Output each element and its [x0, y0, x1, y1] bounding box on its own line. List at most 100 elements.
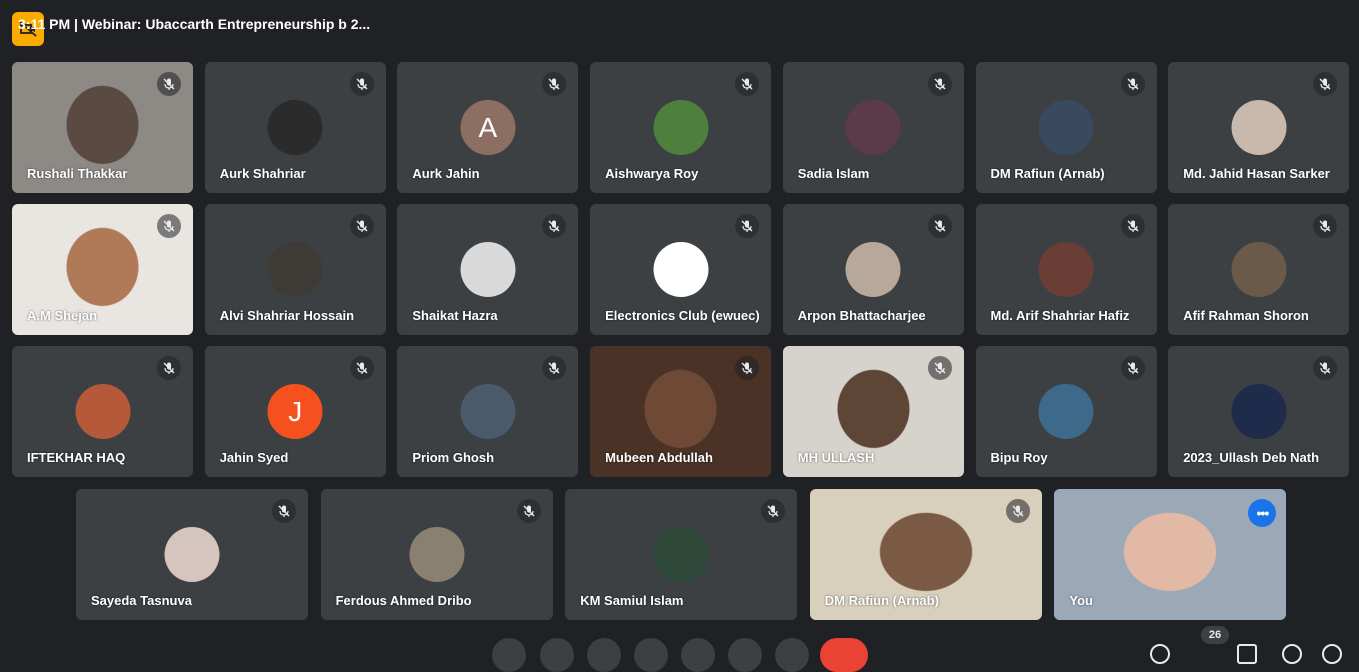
participant-name: MH ULLASH	[797, 450, 875, 465]
participant-avatar	[1038, 384, 1094, 439]
participant-tile[interactable]: DM Rafiun (Arnab)	[809, 489, 1042, 620]
participant-avatar	[75, 384, 130, 439]
participant-tile[interactable]: Mubeen Abdullah	[590, 346, 772, 477]
participant-avatar	[845, 242, 901, 297]
mic-off-icon	[927, 356, 952, 380]
participant-name: Aurk Jahin	[412, 166, 480, 181]
more-options-button[interactable]	[775, 638, 809, 672]
participant-avatar	[653, 242, 709, 297]
mic-off-icon	[516, 499, 541, 523]
participant-name: You	[1069, 593, 1093, 608]
participant-name: Arpon Bhattacharjee	[797, 308, 926, 323]
participant-tile[interactable]: Sadia Islam	[782, 62, 964, 193]
participant-tile[interactable]: Alvi Shahriar Hossain	[204, 204, 386, 335]
mic-off-icon	[1313, 356, 1338, 380]
info-icon[interactable]	[1150, 644, 1170, 664]
mic-off-icon	[761, 499, 786, 523]
mic-off-icon	[1120, 214, 1145, 238]
participant-name: Aishwarya Roy	[605, 166, 699, 181]
participant-tile[interactable]: DM Rafiun (Arnab)	[975, 62, 1157, 193]
participant-count-badge: 26	[1201, 626, 1229, 644]
present-button[interactable]	[681, 638, 715, 672]
participant-tile[interactable]: 2023_Ullash Deb Nath	[1168, 346, 1350, 477]
mic-button[interactable]	[492, 638, 526, 672]
participant-avatar	[1038, 100, 1094, 155]
participant-tile[interactable]: Aurk Shahriar	[204, 62, 386, 193]
participant-name: Electronics Club (ewuec)	[605, 308, 760, 323]
participant-tile[interactable]: A.M Shejan	[12, 204, 193, 335]
meeting-time-title: 3:11 PM | Webinar: Ubaccarth Entrepreneu…	[18, 16, 371, 32]
mic-off-icon	[542, 356, 567, 380]
mic-off-icon	[1005, 499, 1030, 523]
participant-tile[interactable]: Shaikat Hazra	[397, 204, 579, 335]
participant-name: Priom Ghosh	[412, 450, 495, 465]
mic-off-icon	[1313, 72, 1338, 96]
participant-tile[interactable]: Priom Ghosh	[397, 346, 579, 477]
participant-tile[interactable]: Aishwarya Roy	[590, 62, 772, 193]
host-controls-icon[interactable]	[1322, 644, 1342, 664]
participant-avatar	[653, 527, 709, 582]
mic-off-icon	[349, 214, 374, 238]
participant-tile[interactable]: Arpon Bhattacharjee	[782, 204, 964, 335]
participant-tile[interactable]: MH ULLASH	[782, 346, 964, 477]
mic-off-icon	[927, 72, 952, 96]
participant-avatar	[1231, 242, 1287, 297]
raise-hand-button[interactable]	[728, 638, 762, 672]
participant-avatar	[1231, 384, 1287, 439]
participant-avatar	[1038, 242, 1094, 297]
participant-name: A.M Shejan	[27, 308, 98, 323]
participant-avatar	[845, 100, 901, 155]
participant-name: 2023_Ullash Deb Nath	[1183, 450, 1320, 465]
emoji-button[interactable]	[634, 638, 668, 672]
participant-tile[interactable]: IFTEKHAR HAQ	[12, 346, 193, 477]
participant-tile[interactable]: Md. Arif Shahriar Hafiz	[975, 204, 1157, 335]
participant-tile[interactable]: KM Samiul Islam	[565, 489, 798, 620]
participant-name: Md. Jahid Hasan Sarker	[1183, 166, 1330, 181]
participant-tile[interactable]: Ferdous Ahmed Dribo	[320, 489, 553, 620]
participant-name: Jahin Syed	[219, 450, 289, 465]
participant-avatar	[409, 527, 465, 582]
participant-tile[interactable]: Afif Rahman Shoron	[1168, 204, 1350, 335]
captions-button[interactable]	[587, 638, 621, 672]
participant-tile[interactable]: Electronics Club (ewuec)	[590, 204, 772, 335]
mic-off-icon	[157, 214, 181, 238]
participant-tile[interactable]: Sayeda Tasnuva	[76, 489, 308, 620]
mic-off-icon	[272, 499, 296, 523]
mic-off-icon	[1313, 214, 1338, 238]
avatar-initial: J	[288, 395, 303, 427]
participant-name: DM Rafiun (Arnab)	[990, 166, 1105, 181]
participant-name: Afif Rahman Shoron	[1183, 308, 1309, 323]
mic-off-icon	[349, 72, 374, 96]
participant-name: IFTEKHAR HAQ	[27, 450, 126, 465]
end-call-button[interactable]	[820, 638, 868, 672]
participant-name: Alvi Shahriar Hossain	[219, 308, 355, 323]
mic-off-icon	[1120, 72, 1145, 96]
participant-avatar	[460, 384, 516, 439]
participant-tile[interactable]: A Aurk Jahin	[397, 62, 579, 193]
participant-avatar	[267, 242, 323, 297]
camera-button[interactable]	[540, 638, 574, 672]
participant-avatar	[164, 527, 220, 582]
chat-icon[interactable]	[1237, 644, 1257, 664]
activities-icon[interactable]	[1282, 644, 1302, 664]
self-video-tile[interactable]: You •••	[1054, 489, 1287, 620]
participant-tile[interactable]: Rushali Thakkar	[12, 62, 193, 193]
participant-name: Sayeda Tasnuva	[91, 593, 192, 608]
participant-name: Rushali Thakkar	[27, 166, 128, 181]
mic-off-icon	[349, 356, 374, 380]
participant-name: Shaikat Hazra	[412, 308, 498, 323]
participant-tile[interactable]: J Jahin Syed	[204, 346, 386, 477]
mic-off-icon	[735, 72, 760, 96]
participant-name: Sadia Islam	[797, 166, 870, 181]
mic-off-icon	[542, 214, 567, 238]
mic-off-icon	[927, 214, 952, 238]
participant-tile[interactable]: Bipu Roy	[975, 346, 1157, 477]
participant-avatar	[653, 100, 709, 155]
participant-avatar: A	[460, 100, 516, 155]
participant-tile[interactable]: Md. Jahid Hasan Sarker	[1168, 62, 1350, 193]
participant-avatar	[267, 100, 323, 155]
participant-name: Mubeen Abdullah	[605, 450, 713, 465]
participant-name: DM Rafiun (Arnab)	[824, 593, 939, 608]
participant-avatar	[460, 242, 516, 297]
participant-name: Md. Arif Shahriar Hafiz	[990, 308, 1130, 323]
